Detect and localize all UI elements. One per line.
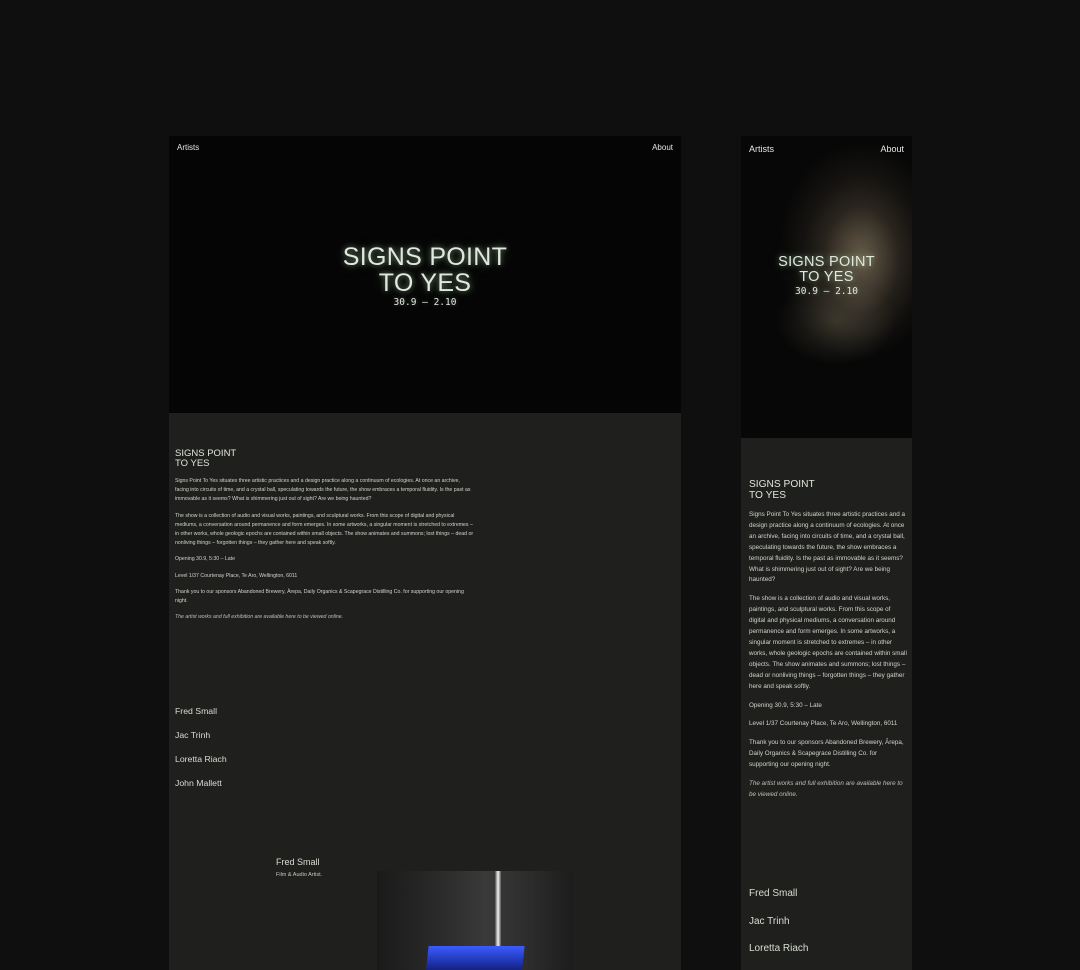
artist-list: Fred Small Jac Trinh Loretta Riach John … (175, 706, 227, 802)
desktop-preview: Artists About SIGNS POINT TO YES 30.9 – … (169, 136, 681, 970)
venue-address: Level 1/37 Courtenay Place, Te Aro, Well… (175, 572, 298, 579)
exhibition-title-line2: TO YES (175, 457, 210, 469)
featured-artwork-image (377, 871, 573, 970)
sponsors-thanks: Thank you to our sponsors Abandoned Brew… (175, 588, 464, 605)
nav-artists-link[interactable]: Artists (749, 144, 774, 154)
intro-paragraph: Signs Point To Yes situates three artist… (175, 478, 471, 503)
mobile-preview: Artists About SIGNS POINT TO YES 30.9 – … (741, 136, 912, 970)
description-paragraph: The show is a collection of audio and vi… (175, 512, 474, 547)
online-note[interactable]: The artist works and full exhibition are… (749, 779, 907, 801)
featured-artist-name: Fred Small (276, 857, 320, 867)
exhibition-title: SIGNS POINT TO YES (175, 449, 475, 468)
nav-about-link[interactable]: About (652, 143, 673, 152)
artist-link[interactable]: Loretta Riach (749, 943, 808, 970)
artist-link[interactable]: John Mallett (175, 778, 227, 802)
hero-title-line1: SIGNS POINT (342, 243, 508, 271)
artist-link[interactable]: Jac Trinh (175, 730, 227, 754)
online-note[interactable]: The artist works and full exhibition are… (175, 613, 475, 622)
exhibition-title-line1: SIGNS POINT (749, 479, 815, 490)
nav-about-link[interactable]: About (880, 144, 904, 154)
opening-time: Opening 30.9, 5:30 – Late (749, 701, 822, 709)
sponsors-thanks: Thank you to our sponsors Abandoned Brew… (749, 739, 904, 769)
hero-section: Artists About SIGNS POINT TO YES 30.9 – … (741, 136, 912, 438)
artist-list: Fred Small Jac Trinh Loretta Riach (749, 888, 808, 970)
exhibition-title-line1: SIGNS POINT (175, 448, 237, 459)
hero-title-line2: TO YES (799, 269, 854, 285)
hero-dates: 30.9 – 2.10 (393, 297, 457, 308)
hero-dates: 30.9 – 2.10 (795, 286, 858, 297)
intro-paragraph: Signs Point To Yes situates three artist… (749, 511, 905, 584)
artist-link[interactable]: Fred Small (175, 706, 227, 730)
opening-time: Opening 30.9, 5:30 – Late (175, 556, 235, 563)
description-paragraph: The show is a collection of audio and vi… (749, 595, 907, 690)
exhibition-title-line2: TO YES (749, 490, 786, 501)
blue-screen (425, 946, 525, 970)
exhibition-title: SIGNS POINT TO YES (749, 479, 907, 501)
hero-title-line1: SIGNS POINT (778, 254, 875, 270)
artist-link[interactable]: Loretta Riach (175, 754, 227, 778)
exhibition-info: SIGNS POINT TO YES Signs Point To Yes si… (749, 479, 907, 809)
artist-link[interactable]: Fred Small (749, 888, 808, 916)
hero-title: SIGNS POINT TO YES (169, 244, 681, 296)
artist-link[interactable]: Jac Trinh (749, 916, 808, 944)
hero-section: Artists About SIGNS POINT TO YES 30.9 – … (169, 136, 681, 413)
featured-artist-role: Film & Audio Artist. (276, 872, 323, 878)
venue-address: Level 1/37 Courtenay Place, Te Aro, Well… (749, 720, 898, 728)
hero-title-line2: TO YES (378, 269, 472, 297)
exhibition-info: SIGNS POINT TO YES Signs Point To Yes si… (175, 449, 475, 629)
nav-artists-link[interactable]: Artists (177, 143, 199, 152)
hero-title: SIGNS POINT TO YES (741, 255, 912, 285)
